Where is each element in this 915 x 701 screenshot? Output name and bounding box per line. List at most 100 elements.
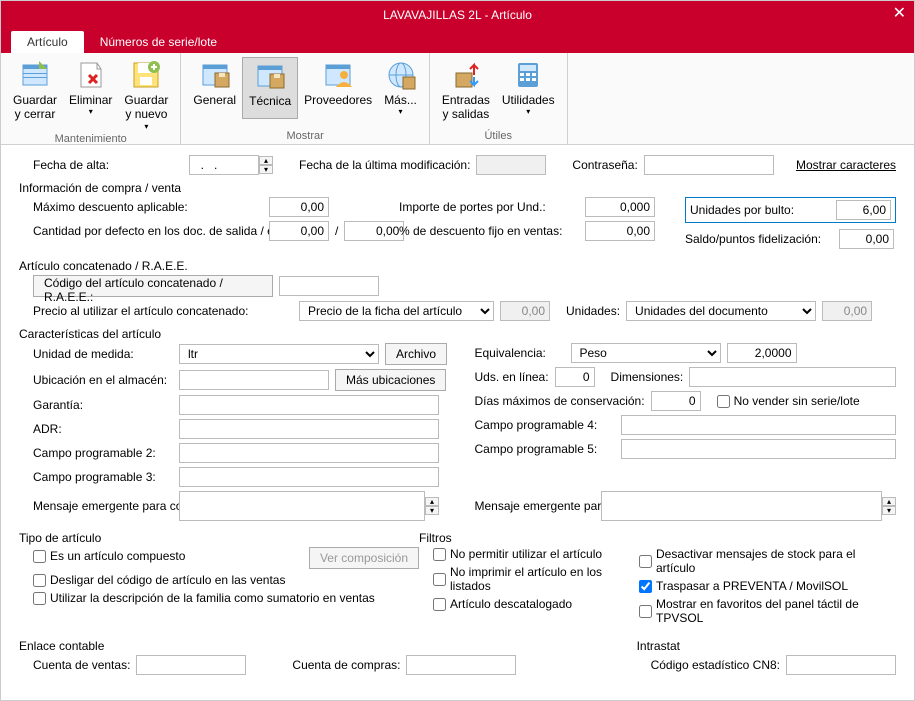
compuesto-checkbox[interactable] — [33, 550, 46, 563]
equiv-select[interactable]: Peso — [571, 343, 721, 363]
spin-down-icon[interactable]: ▾ — [425, 506, 439, 515]
seccion-caract-header: Características del artículo — [19, 327, 896, 341]
pct-desc-input[interactable] — [585, 221, 655, 241]
cn8-label: Código estadístico CN8: — [651, 658, 780, 672]
save-new-button[interactable]: Guardar y nuevo ▾ — [118, 57, 174, 133]
tecnica-button[interactable]: Técnica — [242, 57, 298, 119]
seccion-intrastat-header: Intrastat — [637, 639, 896, 653]
mas-icon — [385, 59, 417, 91]
traspasar-checkbox[interactable] — [639, 580, 652, 593]
delete-icon — [75, 59, 107, 91]
uds-linea-input[interactable] — [555, 367, 595, 387]
max-desc-input[interactable] — [269, 197, 329, 217]
no-permitir-checkbox[interactable] — [433, 548, 446, 561]
contrasena-label: Contraseña: — [572, 158, 637, 172]
utilidades-button[interactable]: Utilidades ▾ — [496, 57, 561, 124]
cant-def-salida-input[interactable] — [269, 221, 329, 241]
spin-up-icon[interactable]: ▴ — [259, 156, 273, 165]
dias-max-input[interactable] — [651, 391, 701, 411]
spin-down-icon[interactable]: ▾ — [259, 165, 273, 174]
save-new-icon — [130, 59, 162, 91]
cp3-input[interactable] — [179, 467, 439, 487]
msg-ventas-textarea[interactable] — [601, 491, 883, 521]
uds-linea-label: Uds. en línea: — [475, 370, 549, 384]
usar-desc-familia-checkbox[interactable] — [33, 592, 46, 605]
um-select[interactable]: ltr — [179, 344, 379, 364]
save-close-button[interactable]: Guardar y cerrar — [7, 57, 63, 133]
dias-max-label: Días máximos de conservación: — [475, 394, 645, 408]
fecha-alta-label: Fecha de alta: — [33, 158, 183, 172]
equiv-value-input[interactable] — [727, 343, 797, 363]
codigo-concat-input[interactable] — [279, 276, 379, 296]
utilidades-icon — [512, 59, 544, 91]
codigo-concat-button[interactable]: Código del artículo concatenado / R.A.E.… — [33, 275, 273, 297]
cp2-label: Campo programable 2: — [33, 446, 173, 460]
cta-compras-label: Cuenta de compras: — [292, 658, 400, 672]
mostrar-caracteres-link[interactable]: Mostrar caracteres — [796, 158, 896, 172]
ribbon: Guardar y cerrar Eliminar ▾ Guardar y nu… — [1, 53, 914, 145]
spin-up-icon[interactable]: ▴ — [425, 497, 439, 506]
spin-up-icon[interactable]: ▴ — [882, 497, 896, 506]
close-icon[interactable]: ✕ — [893, 3, 906, 23]
importe-portes-input[interactable] — [585, 197, 655, 217]
adr-label: ADR: — [33, 422, 173, 436]
dim-label: Dimensiones: — [611, 370, 684, 384]
proveedores-button[interactable]: Proveedores — [298, 57, 378, 119]
und-bulto-label: Unidades por bulto: — [690, 203, 830, 217]
mas-ubicaciones-button[interactable]: Más ubicaciones — [335, 369, 446, 391]
general-button[interactable]: General — [187, 57, 242, 119]
max-desc-label: Máximo descuento aplicable: — [33, 200, 263, 214]
entradas-salidas-icon — [450, 59, 482, 91]
desact-stock-checkbox[interactable] — [639, 555, 652, 568]
ubic-label: Ubicación en el almacén: — [33, 373, 173, 387]
no-vender-checkbox[interactable] — [717, 395, 730, 408]
delete-button[interactable]: Eliminar ▾ — [63, 57, 118, 133]
entradas-salidas-button[interactable]: Entradas y salidas — [436, 57, 496, 124]
cp4-input[interactable] — [621, 415, 897, 435]
dim-input[interactable] — [689, 367, 896, 387]
und-bulto-input[interactable] — [836, 200, 891, 220]
cp4-label: Campo programable 4: — [475, 418, 615, 432]
tab-strip: Artículo Números de serie/lote — [1, 29, 914, 53]
desligar-checkbox[interactable] — [33, 574, 46, 587]
cta-ventas-label: Cuenta de ventas: — [33, 658, 130, 672]
cant-def-label: Cantidad por defecto en los doc. de sali… — [33, 224, 263, 238]
cta-compras-input[interactable] — [406, 655, 516, 675]
ubic-input[interactable] — [179, 370, 329, 390]
archivo-button[interactable]: Archivo — [385, 343, 447, 365]
precio-concat-select[interactable]: Precio de la ficha del artículo — [299, 301, 494, 321]
no-imprimir-checkbox[interactable] — [433, 573, 446, 586]
cp2-input[interactable] — [179, 443, 439, 463]
descatalogado-checkbox[interactable] — [433, 598, 446, 611]
fecha-alta-input[interactable] — [189, 155, 259, 175]
unidades-concat-value — [822, 301, 872, 321]
mas-button[interactable]: Más... ▾ — [378, 57, 423, 119]
cp3-label: Campo programable 3: — [33, 470, 173, 484]
spin-down-icon[interactable]: ▾ — [882, 506, 896, 515]
saldo-label: Saldo/puntos fidelización: — [685, 232, 833, 246]
group-utiles-label: Útiles — [484, 130, 512, 144]
saldo-input[interactable] — [839, 229, 894, 249]
msg-compras-textarea[interactable] — [179, 491, 425, 521]
cp5-input[interactable] — [621, 439, 897, 459]
seccion-enlace-header: Enlace contable — [19, 639, 637, 653]
favoritos-checkbox[interactable] — [639, 605, 652, 618]
ver-composicion-button[interactable]: Ver composición — [309, 547, 419, 569]
title-bar: LAVAVAJILLAS 2L - Artículo ✕ — [1, 1, 914, 29]
contrasena-input[interactable] — [644, 155, 774, 175]
cta-ventas-input[interactable] — [136, 655, 246, 675]
seccion-tipo-header: Tipo de artículo — [19, 531, 419, 545]
equiv-label: Equivalencia: — [475, 346, 565, 360]
cn8-input[interactable] — [786, 655, 896, 675]
group-mostrar-label: Mostrar — [286, 130, 323, 144]
save-close-icon — [19, 59, 51, 91]
garantia-input[interactable] — [179, 395, 439, 415]
msg-ventas-label: Mensaje emergente para ventas: — [475, 499, 595, 513]
precio-concat-label: Precio al utilizar el artículo concatena… — [33, 304, 293, 318]
tab-serial[interactable]: Números de serie/lote — [84, 31, 233, 53]
tab-articulo[interactable]: Artículo — [11, 31, 84, 53]
unidades-concat-label: Unidades: — [566, 304, 620, 318]
cant-def-entrada-input[interactable] — [344, 221, 404, 241]
adr-input[interactable] — [179, 419, 439, 439]
unidades-concat-select[interactable]: Unidades del documento — [626, 301, 816, 321]
